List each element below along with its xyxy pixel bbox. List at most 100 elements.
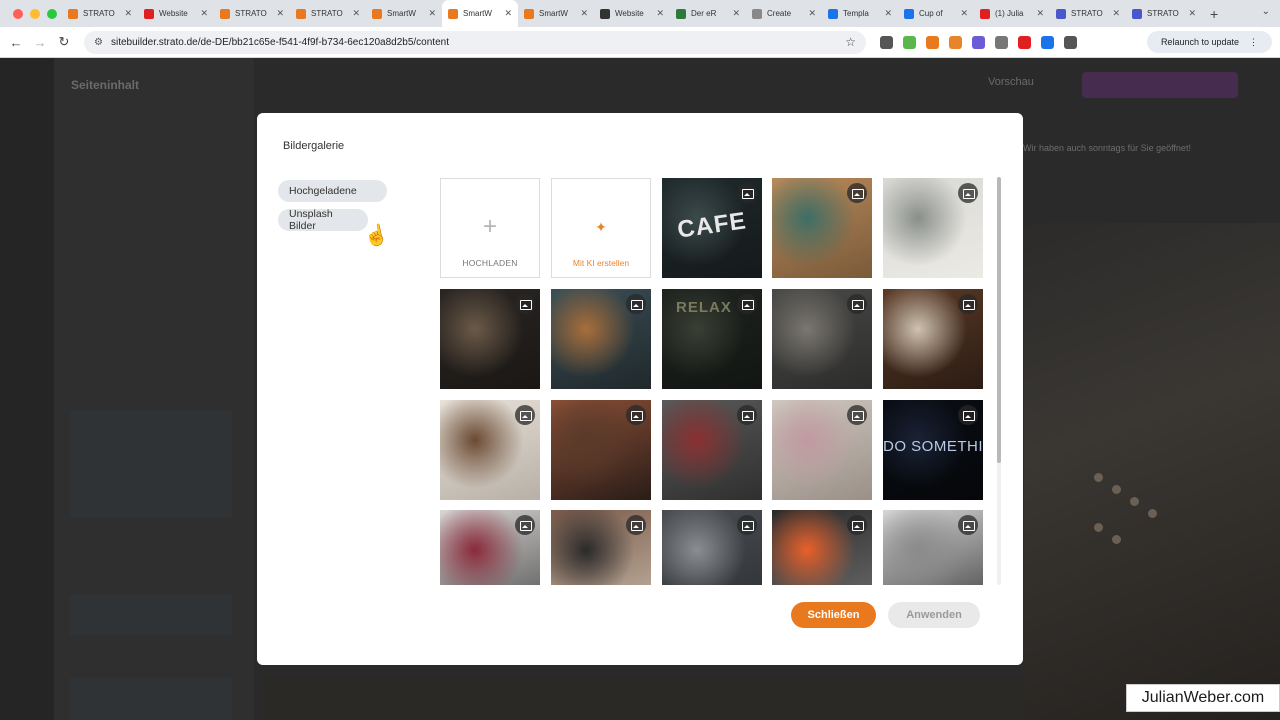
extension-icon[interactable] xyxy=(1018,35,1031,49)
browser-tab[interactable]: SmartW ✕ xyxy=(518,0,594,27)
browser-tab[interactable]: Create ✕ xyxy=(746,0,822,27)
maximize-window-button[interactable] xyxy=(47,8,57,19)
close-tab-icon[interactable]: ✕ xyxy=(352,8,360,19)
browser-tab[interactable]: STRATO ✕ xyxy=(290,0,366,27)
extension-icon[interactable] xyxy=(995,35,1008,49)
tab-favicon-icon xyxy=(448,8,458,19)
photo-latte-art[interactable] xyxy=(440,400,540,500)
browser-tab[interactable]: STRATO ✕ xyxy=(1126,0,1202,27)
photo-orange-shirt[interactable] xyxy=(772,510,872,585)
tab-title: STRATO xyxy=(1147,9,1179,18)
bookmark-star-icon[interactable]: ☆ xyxy=(845,35,856,49)
light-bulb xyxy=(1148,509,1157,518)
close-tab-icon[interactable]: ✕ xyxy=(200,8,208,19)
close-window-button[interactable] xyxy=(13,8,23,19)
photo-coffee-desk[interactable] xyxy=(772,178,872,278)
close-tab-icon[interactable]: ✕ xyxy=(884,8,892,19)
browser-tab[interactable]: (1) Julia ✕ xyxy=(974,0,1050,27)
close-tab-icon[interactable]: ✕ xyxy=(732,8,740,19)
photo-coffee-cups[interactable] xyxy=(883,289,983,389)
url-field[interactable]: ⚙ sitebuilder.strato.de/de-DE/bb21c65e-f… xyxy=(84,30,866,54)
close-tab-icon[interactable]: ✕ xyxy=(504,8,512,19)
forward-icon[interactable]: → xyxy=(28,35,52,50)
tab-title: (1) Julia xyxy=(995,9,1024,18)
image-icon xyxy=(847,515,867,535)
browser-tab[interactable]: STRATO ✕ xyxy=(62,0,138,27)
photo-gym-floor[interactable] xyxy=(662,510,762,585)
browser-tab[interactable]: SmartW ✕ xyxy=(366,0,442,27)
opening-notice: Wir haben auch sonntags für Sie geöffnet… xyxy=(1023,143,1191,153)
ai-create-tile[interactable]: ✦ Mit KI erstellen xyxy=(551,178,651,278)
uploaded-images-button[interactable]: Hochgeladene xyxy=(278,180,387,202)
close-tab-icon[interactable]: ✕ xyxy=(1112,8,1120,19)
browser-tab[interactable]: STRATO ✕ xyxy=(214,0,290,27)
tab-favicon-icon xyxy=(1056,8,1066,19)
photo-cafe-sign[interactable]: CAFE xyxy=(662,178,762,278)
section-thumbnail xyxy=(70,595,232,635)
extension-icon[interactable] xyxy=(1064,35,1077,49)
new-tab-button[interactable]: + xyxy=(1202,6,1226,22)
browser-menu-icon[interactable]: ⋮ xyxy=(1249,37,1258,48)
photo-relax-wall[interactable]: RELAX xyxy=(662,289,762,389)
close-tab-icon[interactable]: ✕ xyxy=(124,8,132,19)
tab-favicon-icon xyxy=(372,8,382,19)
light-bulb xyxy=(1112,485,1121,494)
relaunch-button[interactable]: Relaunch to update ⋮ xyxy=(1146,31,1272,53)
site-settings-icon[interactable]: ⚙ xyxy=(94,37,103,48)
close-tab-icon[interactable]: ✕ xyxy=(808,8,816,19)
close-tab-icon[interactable]: ✕ xyxy=(276,8,284,19)
extension-icon[interactable] xyxy=(880,35,893,49)
browser-tab[interactable]: Website ✕ xyxy=(138,0,214,27)
close-tab-icon[interactable]: ✕ xyxy=(960,8,968,19)
tab-title: STRATO xyxy=(1071,9,1103,18)
image-icon xyxy=(626,294,646,314)
photo-trainer-session[interactable] xyxy=(440,510,540,585)
photo-neon-sign[interactable]: DO SOMETHING GR xyxy=(883,400,983,500)
close-button[interactable]: Schließen xyxy=(791,602,876,628)
image-icon xyxy=(737,515,757,535)
preview-button[interactable]: Vorschau xyxy=(988,76,1034,88)
browser-tab[interactable]: Cup of ✕ xyxy=(898,0,974,27)
browser-tab[interactable]: STRATO ✕ xyxy=(1050,0,1126,27)
back-icon[interactable]: ← xyxy=(4,35,28,50)
extension-icon[interactable] xyxy=(903,35,916,49)
minimize-window-button[interactable] xyxy=(30,8,40,19)
tab-search-icon[interactable]: ⌄ xyxy=(1262,6,1270,17)
browser-tab[interactable]: Der eR ✕ xyxy=(670,0,746,27)
photo-brick-wall[interactable] xyxy=(551,400,651,500)
photo-bar-interior[interactable] xyxy=(551,289,651,389)
browser-tab[interactable]: SmartW ✕ xyxy=(442,0,518,27)
photo-yoga[interactable] xyxy=(772,400,872,500)
dialog-title: Bildergalerie xyxy=(283,140,345,152)
close-tab-icon[interactable]: ✕ xyxy=(1188,8,1196,19)
close-tab-icon[interactable]: ✕ xyxy=(428,8,436,19)
unsplash-images-button[interactable]: Unsplash Bilder xyxy=(278,208,368,232)
photo-gym-trainers[interactable] xyxy=(551,510,651,585)
browser-tab[interactable]: Website ✕ xyxy=(594,0,670,27)
photo-bright-cafe[interactable] xyxy=(883,178,983,278)
image-icon xyxy=(737,183,757,203)
browser-tab[interactable]: Templa ✕ xyxy=(822,0,898,27)
upload-tile[interactable]: + HOCHLADEN xyxy=(440,178,540,278)
publish-button[interactable] xyxy=(1082,72,1238,98)
section-thumbnail xyxy=(70,410,232,518)
extension-icon[interactable] xyxy=(926,35,939,49)
extension-icon[interactable] xyxy=(972,35,985,49)
image-icon xyxy=(515,294,535,314)
image-grid: + HOCHLADEN ✦ Mit KI erstellen CAFE RELAX… xyxy=(440,178,986,585)
photo-industrial-cafe[interactable] xyxy=(772,289,872,389)
grid-scrollbar-thumb[interactable] xyxy=(997,177,1001,463)
photo-cafe-counter[interactable] xyxy=(440,289,540,389)
close-tab-icon[interactable]: ✕ xyxy=(656,8,664,19)
extension-icon[interactable] xyxy=(1041,35,1054,49)
apply-button[interactable]: Anwenden xyxy=(888,602,980,628)
reload-icon[interactable]: ↻ xyxy=(52,34,76,50)
close-tab-icon[interactable]: ✕ xyxy=(580,8,588,19)
close-tab-icon[interactable]: ✕ xyxy=(1036,8,1044,19)
photo-gym-workout[interactable] xyxy=(662,400,762,500)
image-icon xyxy=(847,405,867,425)
photo-box-jump[interactable] xyxy=(883,510,983,585)
tab-favicon-icon xyxy=(904,8,914,19)
extension-icon[interactable] xyxy=(949,35,962,49)
light-bulb xyxy=(1130,497,1139,506)
